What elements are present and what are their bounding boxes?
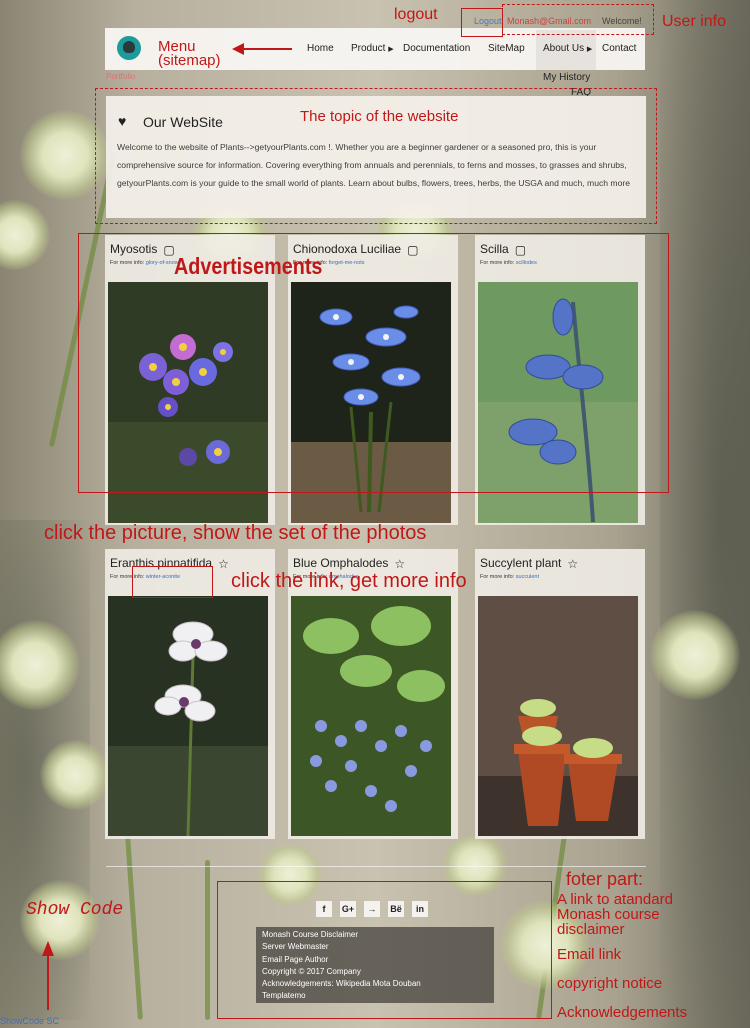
caret-right-icon: ▶ xyxy=(388,46,394,53)
annotation-link-box xyxy=(132,566,213,598)
card-title-wrap: Succylent plant ☆ xyxy=(480,556,578,571)
logo-icon[interactable] xyxy=(117,36,141,60)
star-icon[interactable]: ☆ xyxy=(394,557,405,571)
annotation-footer-box xyxy=(217,881,552,1019)
annotation-logout-box xyxy=(461,8,503,37)
card-title: Blue Omphalodes xyxy=(293,556,389,570)
more-info-link[interactable]: succulent xyxy=(516,574,539,580)
annotation-user-info: User info xyxy=(662,13,727,30)
portfolio-label[interactable]: Portfolio xyxy=(106,72,135,81)
annotation-footer-note: Email link xyxy=(557,946,622,963)
show-code-link[interactable]: ShowCode SC xyxy=(0,1016,59,1026)
annotation-topic: The topic of the website xyxy=(300,108,459,125)
card-info-label: For more info: xyxy=(480,574,515,580)
caret-right-icon: ▶ xyxy=(586,46,593,53)
annotation-ads: Advertisements xyxy=(174,253,323,279)
card-info: For more info: succulent xyxy=(480,574,539,580)
plant-card: Succylent plant ☆ For more info: succulen… xyxy=(475,549,645,839)
annotation-footer-note: disclaimer xyxy=(557,921,625,938)
nav-documentation[interactable]: Documentation xyxy=(403,43,470,54)
plant-photo[interactable] xyxy=(291,596,451,836)
footer-divider xyxy=(106,866,646,867)
arrow-left-icon xyxy=(232,43,292,55)
annotation-footer-title: foter part: xyxy=(566,869,644,889)
annotation-click-picture: click the picture, show the set of the p… xyxy=(44,522,427,544)
dropdown-my-history[interactable]: My History xyxy=(543,72,590,83)
star-icon[interactable]: ☆ xyxy=(218,557,229,571)
arrow-up-icon xyxy=(42,941,54,1010)
nav-about-us[interactable]: About Us ▶ xyxy=(543,43,592,54)
nav-product[interactable]: Product ▶ xyxy=(351,43,394,54)
annotation-user-box xyxy=(502,4,654,35)
annotation-ads-box xyxy=(78,233,669,493)
annotation-logout: logout xyxy=(394,6,438,23)
annotation-show-code: Show Code xyxy=(26,900,124,920)
nav-product-label: Product xyxy=(351,43,386,54)
annotation-menu-sub: (sitemap) xyxy=(158,52,221,69)
star-icon[interactable]: ☆ xyxy=(567,557,578,571)
annotation-click-link: click the link, get more info xyxy=(231,570,467,592)
nav-home[interactable]: Home xyxy=(307,43,334,54)
nav-about-label: About Us xyxy=(543,43,585,54)
card-title-wrap: Blue Omphalodes ☆ xyxy=(293,556,405,571)
plant-photo[interactable] xyxy=(108,596,268,836)
nav-sitemap[interactable]: SiteMap xyxy=(488,43,525,54)
nav-contact[interactable]: Contact xyxy=(602,43,636,54)
annotation-footer-note: Acknowledgements xyxy=(557,1004,688,1021)
card-title: Succylent plant xyxy=(480,556,562,570)
plant-photo[interactable] xyxy=(478,596,638,836)
annotation-footer-note: copyright notice xyxy=(557,975,663,992)
